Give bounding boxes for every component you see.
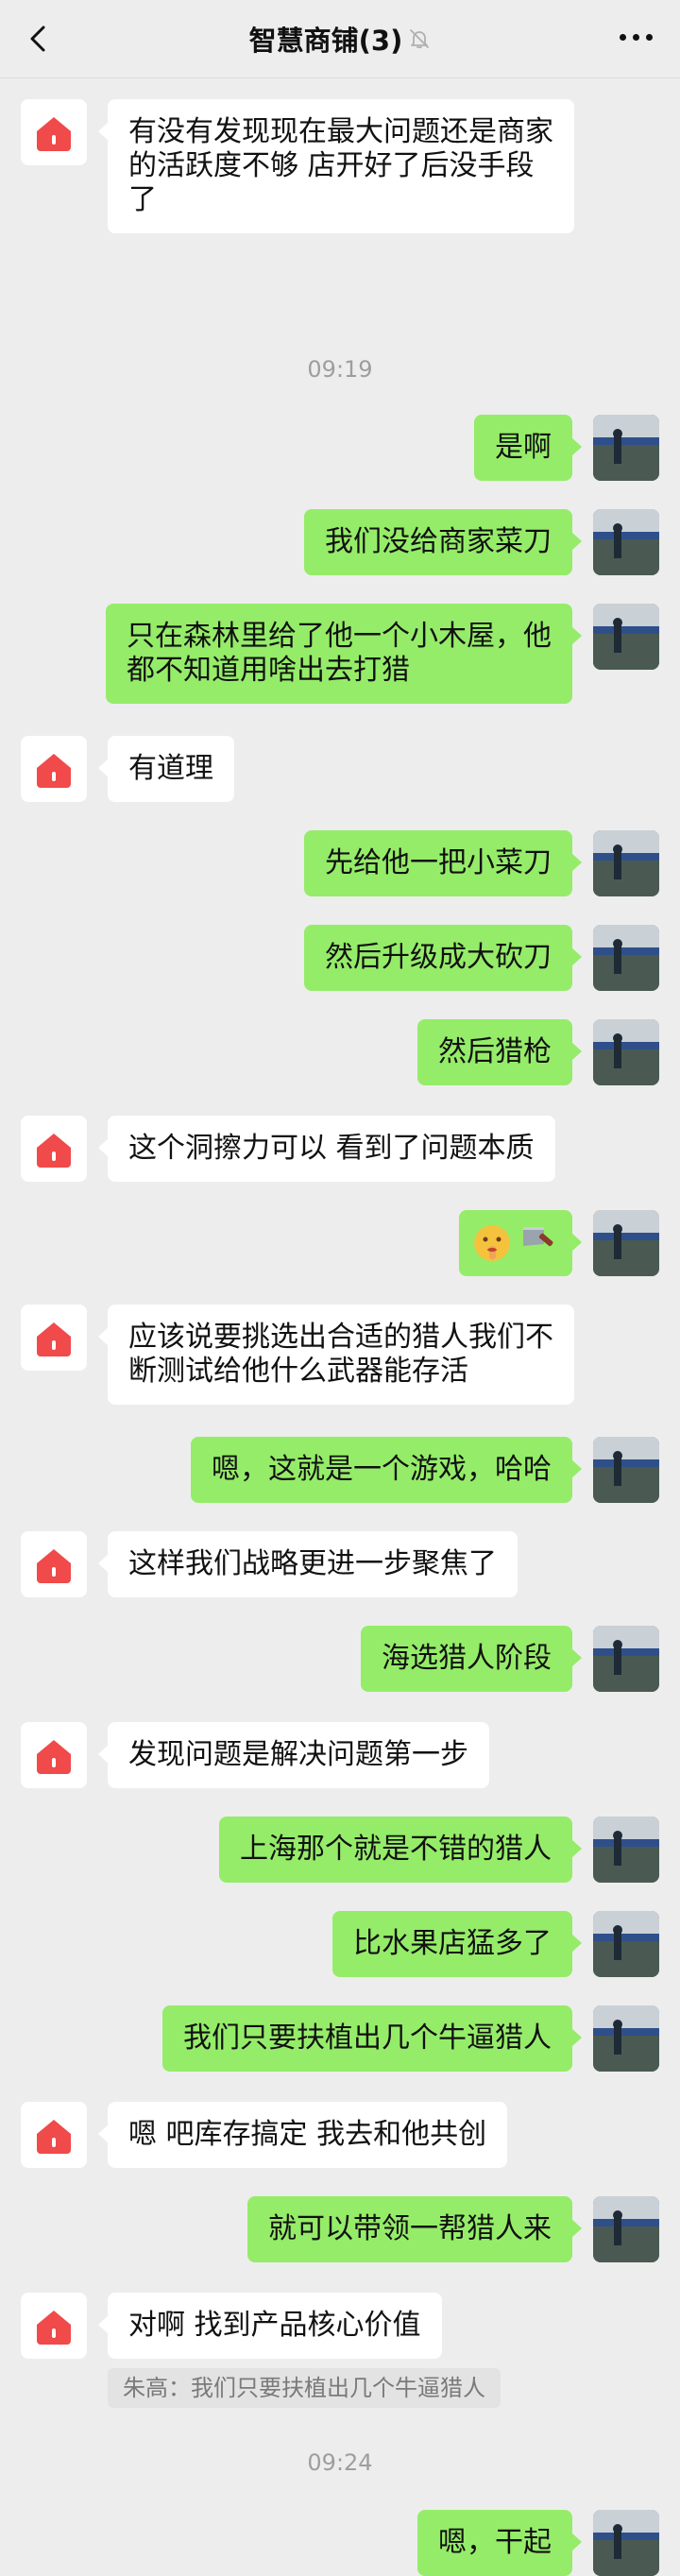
- user-avatar[interactable]: [593, 415, 659, 481]
- user-avatar-photo: [593, 1626, 659, 1692]
- message-bubble[interactable]: 先给他一把小菜刀: [304, 830, 582, 896]
- bell-off-icon: [410, 29, 430, 48]
- shop-house-icon: [37, 2311, 71, 2345]
- shop-avatar[interactable]: [21, 1722, 87, 1788]
- shop-house-icon: [37, 1322, 71, 1356]
- user-avatar[interactable]: [593, 1817, 659, 1883]
- user-avatar[interactable]: [593, 830, 659, 896]
- shop-house-icon: [37, 1134, 71, 1168]
- message-bubble[interactable]: 这个洞擦力可以 看到了问题本质: [98, 1116, 555, 1182]
- message-bubble[interactable]: 我们没给商家菜刀: [304, 509, 582, 575]
- quoted-message[interactable]: 朱高：我们只要扶植出几个牛逼猎人: [108, 2368, 501, 2408]
- user-avatar[interactable]: [593, 925, 659, 991]
- user-avatar-photo: [593, 2005, 659, 2072]
- message-bubble[interactable]: 应该说要挑选出合适的猎人我们不断测试给他什么武器能存活: [98, 1305, 574, 1405]
- user-avatar[interactable]: [593, 604, 659, 670]
- shop-house-icon: [37, 754, 71, 788]
- user-avatar-photo: [593, 1911, 659, 1977]
- shushing-face-emoji: [474, 1225, 510, 1261]
- user-avatar-photo: [593, 415, 659, 481]
- user-avatar-photo: [593, 1437, 659, 1503]
- shop-house-icon: [37, 1549, 71, 1583]
- user-avatar[interactable]: [593, 2005, 659, 2072]
- user-avatar-photo: [593, 509, 659, 575]
- shop-house-icon: [37, 117, 71, 151]
- user-avatar[interactable]: [593, 509, 659, 575]
- message-bubble[interactable]: 海选猎人阶段: [361, 1626, 582, 1692]
- message-bubble[interactable]: 我们只要扶植出几个牛逼猎人: [162, 2005, 582, 2072]
- message-bubble[interactable]: 有没有发现现在最大问题还是商家的活跃度不够 店开好了后没手段了: [98, 99, 574, 233]
- shop-avatar[interactable]: [21, 1531, 87, 1597]
- user-avatar-photo: [593, 604, 659, 670]
- message-bubble[interactable]: 对啊 找到产品核心价值: [98, 2293, 442, 2359]
- shop-avatar[interactable]: [21, 2102, 87, 2168]
- user-avatar-photo: [593, 1817, 659, 1883]
- message-bubble[interactable]: 这样我们战略更进一步聚焦了: [98, 1531, 518, 1597]
- shop-avatar[interactable]: [21, 1305, 87, 1371]
- user-avatar-photo: [593, 1019, 659, 1085]
- user-avatar-photo: [593, 1210, 659, 1276]
- shop-avatar[interactable]: [21, 2293, 87, 2359]
- timestamp: 09:19: [307, 356, 373, 383]
- more-dots-icon[interactable]: [620, 34, 654, 43]
- user-avatar[interactable]: [593, 1019, 659, 1085]
- chat-header: 智慧商铺(3): [0, 0, 680, 78]
- cleaver-emoji: [523, 1227, 553, 1247]
- chat-title: 智慧商铺(3): [248, 25, 403, 57]
- user-avatar-photo: [593, 925, 659, 991]
- shop-house-icon: [37, 2120, 71, 2154]
- message-bubble[interactable]: 上海那个就是不错的猎人: [219, 1817, 582, 1883]
- chat-title-group[interactable]: 智慧商铺(3): [0, 0, 680, 77]
- message-bubble-emoji[interactable]: [459, 1210, 582, 1276]
- message-bubble[interactable]: 发现问题是解决问题第一步: [98, 1722, 489, 1788]
- timestamp: 09:24: [307, 2449, 373, 2476]
- message-bubble[interactable]: 嗯，这就是一个游戏，哈哈: [191, 1437, 582, 1503]
- user-avatar-photo: [593, 830, 659, 896]
- user-avatar[interactable]: [593, 1626, 659, 1692]
- message-bubble[interactable]: 就可以带领一帮猎人来: [247, 2196, 582, 2262]
- message-bubble[interactable]: 然后猎枪: [417, 1019, 582, 1085]
- shop-house-icon: [37, 1740, 71, 1774]
- message-bubble[interactable]: 只在森林里给了他一个小木屋，他都不知道用啥出去打猎: [106, 604, 582, 704]
- message-bubble[interactable]: 有道理: [98, 736, 234, 802]
- message-bubble[interactable]: 比水果店猛多了: [332, 1911, 582, 1977]
- user-avatar[interactable]: [593, 1911, 659, 1977]
- shop-avatar[interactable]: [21, 1116, 87, 1182]
- message-bubble[interactable]: 嗯 吧库存搞定 我去和他共创: [97, 2102, 508, 2168]
- user-avatar[interactable]: [593, 1437, 659, 1503]
- shop-avatar[interactable]: [21, 736, 87, 802]
- message-bubble[interactable]: 然后升级成大砍刀: [304, 925, 582, 991]
- user-avatar[interactable]: [593, 1210, 659, 1276]
- user-avatar[interactable]: [593, 2196, 659, 2262]
- user-avatar-photo: [593, 2196, 659, 2262]
- message-bubble[interactable]: 是啊: [474, 415, 582, 481]
- shop-avatar[interactable]: [21, 99, 87, 165]
